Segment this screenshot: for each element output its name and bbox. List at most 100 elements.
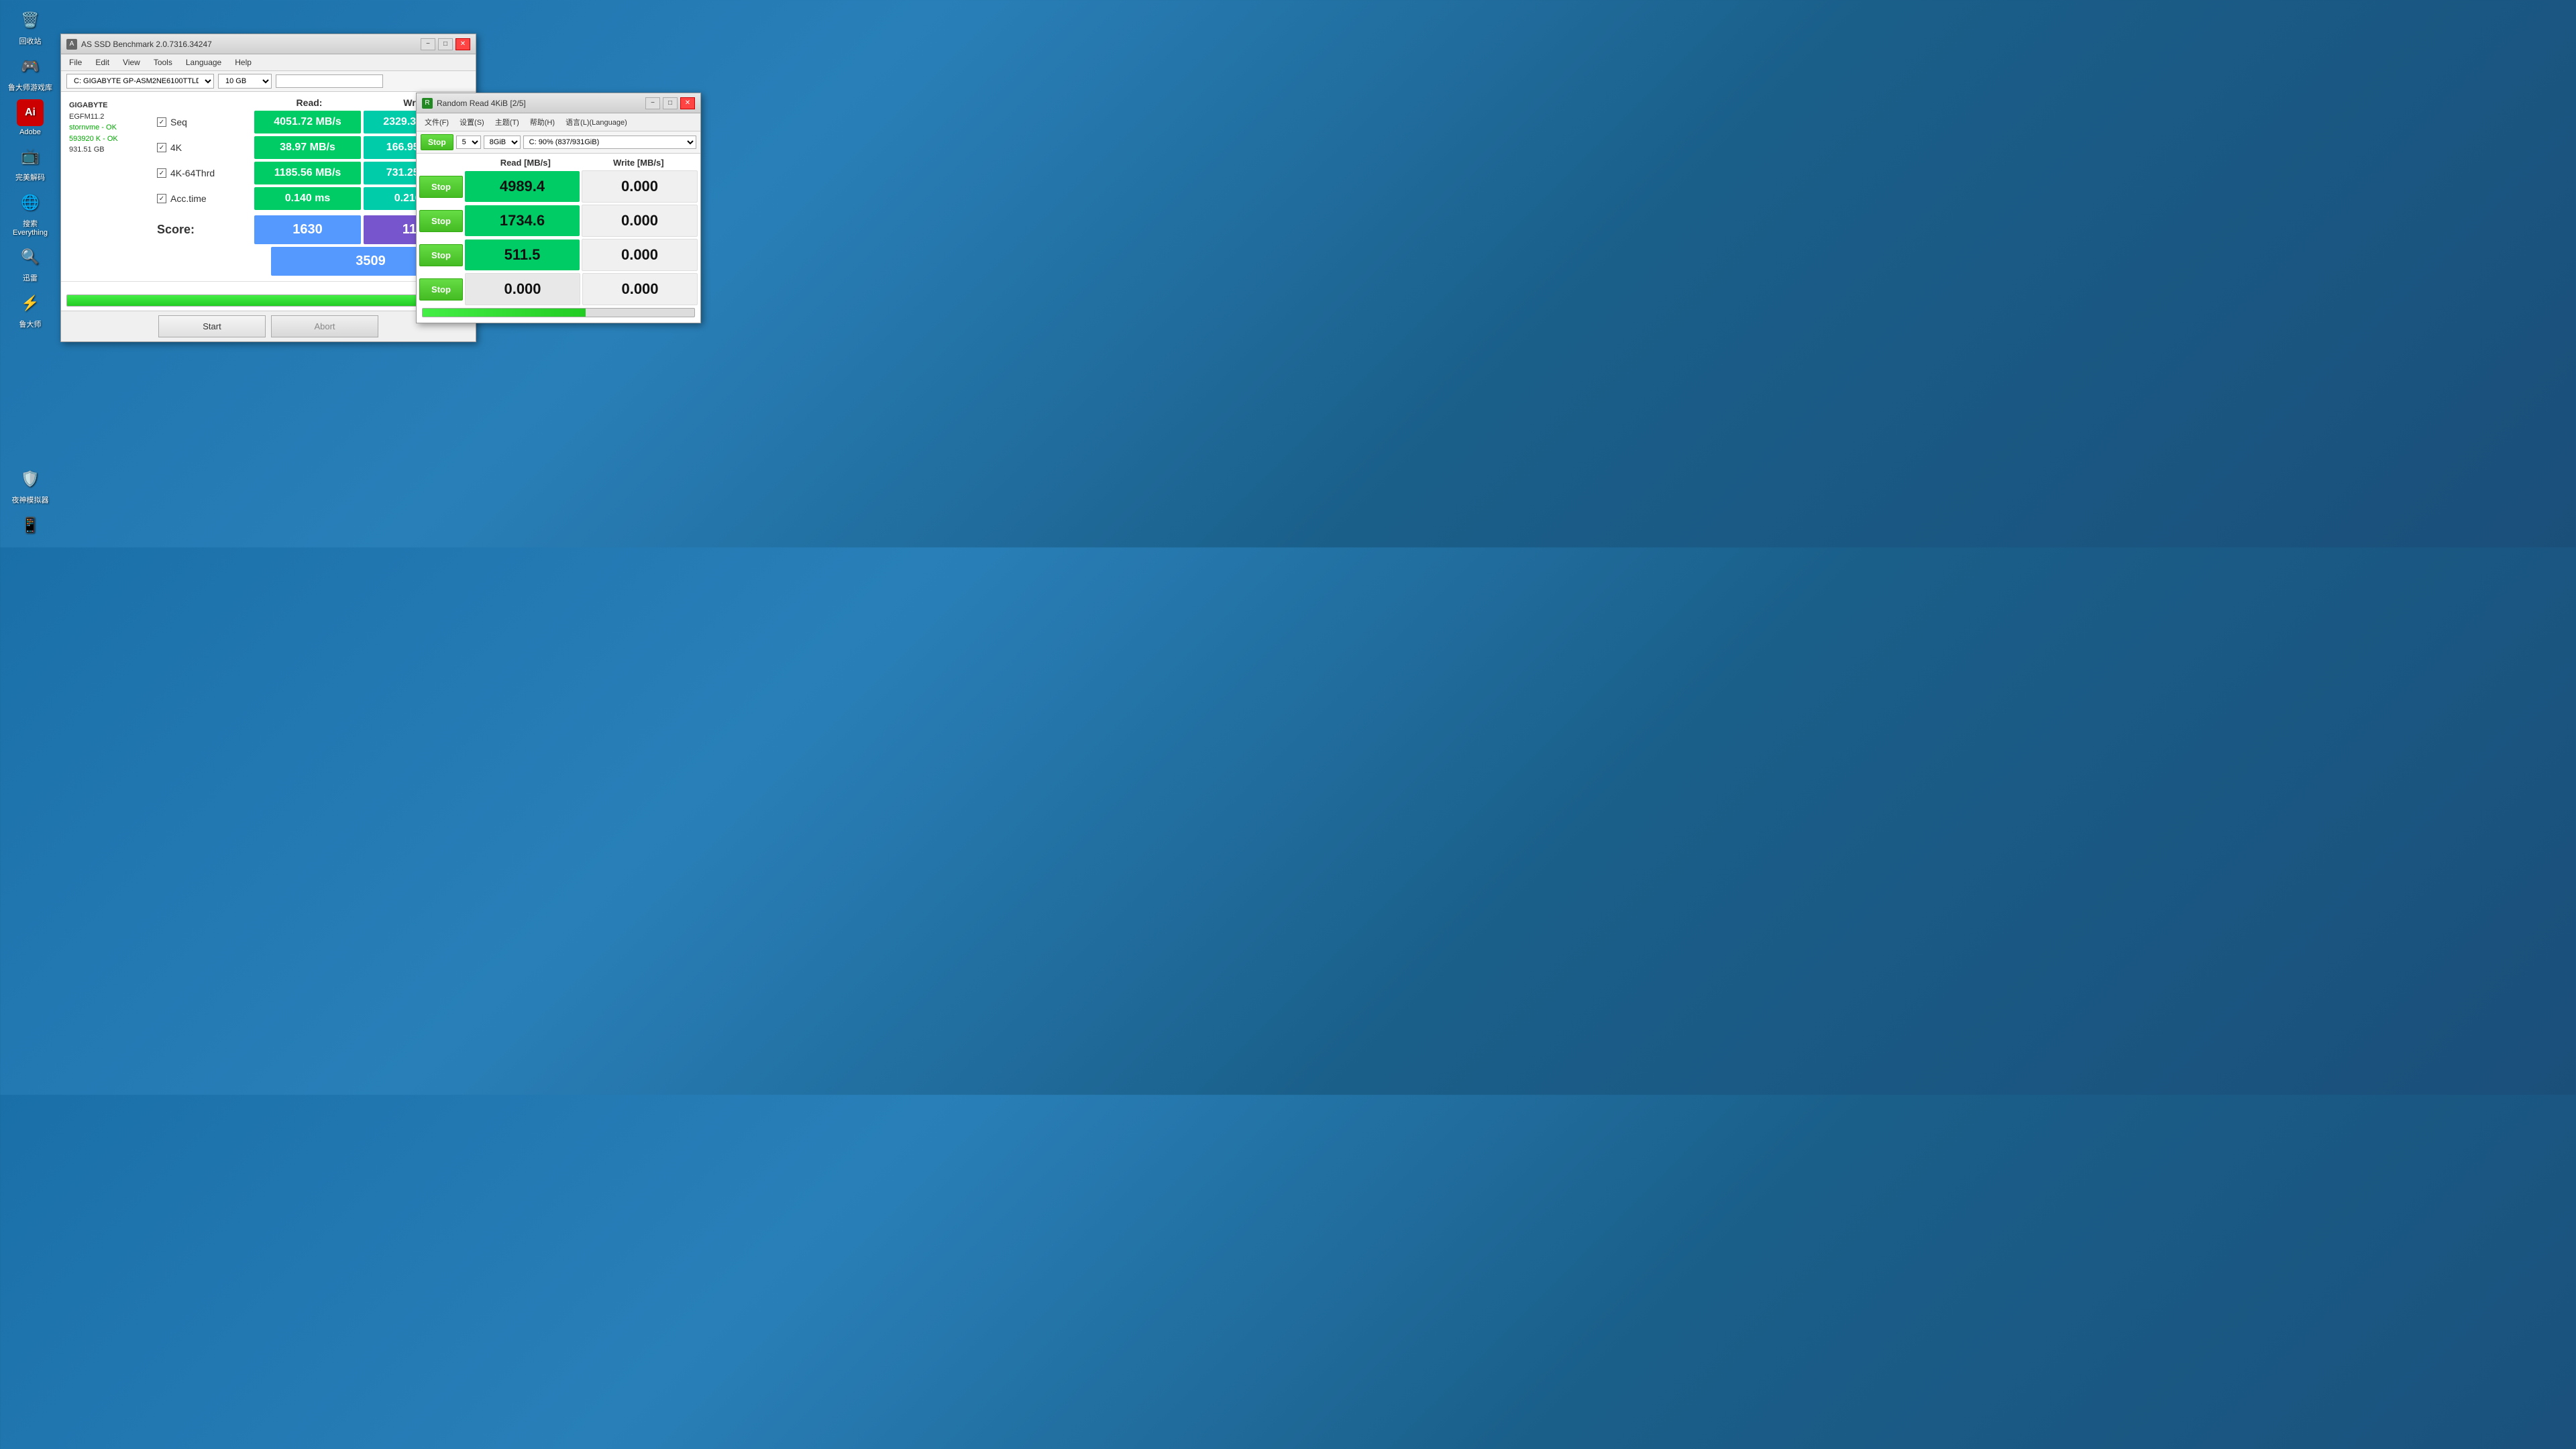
progress-area: ··· [61, 281, 476, 311]
progress-bar-fill [67, 295, 470, 306]
rr-menu-settings[interactable]: 设置(S) [457, 115, 487, 129]
rr-write-3: 0.000 [582, 239, 698, 271]
rr-stop-btn-2[interactable]: Stop [419, 210, 463, 232]
as-ssd-app-icon: A [66, 39, 77, 50]
desktop-icon-edge[interactable]: 🌐 搜索Everything [7, 189, 54, 237]
desktop-icon-ludashi[interactable]: 🛡️ 夜神模拟器 [7, 466, 54, 505]
4k64-label: ✓ 4K-64Thrd [157, 168, 254, 178]
rr-toolbar: Stop 5 8GiB C: 90% (837/931GiB) [417, 131, 700, 154]
menu-help[interactable]: Help [232, 56, 254, 68]
ludashi-label: 夜神模拟器 [12, 494, 49, 505]
4k-checkbox[interactable]: ✓ [157, 143, 166, 152]
abort-button[interactable]: Abort [271, 315, 378, 337]
rr-close-button[interactable]: ✕ [680, 97, 695, 109]
rr-minimize-button[interactable]: − [645, 97, 660, 109]
4k64-read: 1185.56 MB/s [254, 162, 361, 184]
rr-stop-btn-1[interactable]: Stop [419, 176, 463, 198]
wanjie-label: 完美解码 [15, 172, 45, 182]
rr-table: Read [MB/s] Write [MB/s] Stop 4989.4 0.0… [417, 154, 700, 323]
menu-edit[interactable]: Edit [93, 56, 112, 68]
drive-size-kb: 593920 K - OK [69, 133, 151, 145]
rr-size-select[interactable]: 8GiB [484, 136, 521, 149]
menu-tools[interactable]: Tools [151, 56, 175, 68]
adobe-icon: Ai [17, 99, 44, 126]
rr-menu-language[interactable]: 语言(L)(Language) [563, 115, 630, 129]
desktop-icon-games[interactable]: 🎮 鲁大师游戏库 [7, 53, 54, 93]
rr-maximize-button[interactable]: □ [663, 97, 678, 109]
search-label: 迅雷 [23, 272, 38, 283]
desktop-icon-wanjie[interactable]: 📺 完美解码 [7, 143, 54, 182]
rr-titlebar-left: R Random Read 4KiB [2/5] [422, 98, 526, 109]
rr-read-2: 1734.6 [465, 205, 580, 236]
titlebar-left: A AS SSD Benchmark 2.0.7316.34247 [66, 39, 212, 50]
rr-stop-top-button[interactable]: Stop [421, 134, 453, 150]
progress-bar-bg [66, 294, 470, 307]
acctime-label: ✓ Acc.time [157, 193, 254, 204]
ludashi-icon: 🛡️ [17, 466, 44, 492]
rr-write-4: 0.000 [582, 273, 698, 305]
rr-row-4: Stop 0.000 0.000 [419, 273, 698, 305]
seq-read: 4051.72 MB/s [254, 111, 361, 133]
progress-icon: ··· [66, 286, 470, 293]
4k64-checkbox[interactable]: ✓ [157, 168, 166, 178]
edge-label: 搜索Everything [7, 218, 54, 237]
rr-stop-btn-3[interactable]: Stop [419, 244, 463, 266]
start-button[interactable]: Start [158, 315, 266, 337]
size-select[interactable]: 10 GB [218, 74, 272, 89]
acctime-checkbox[interactable]: ✓ [157, 194, 166, 203]
rr-col-stop-spacer [422, 158, 469, 168]
rr-count-select[interactable]: 5 [456, 136, 481, 149]
close-button[interactable]: ✕ [455, 38, 470, 50]
rr-stop-btn-4[interactable]: Stop [419, 278, 463, 301]
drive-driver: stornvme - OK [69, 122, 151, 133]
rr-row-1: Stop 4989.4 0.000 [419, 170, 698, 203]
recycle-bin-icon: 🗑️ [17, 7, 44, 34]
minimize-button[interactable]: − [421, 38, 435, 50]
score-label: Score: [157, 223, 254, 237]
desktop-icon-nightemu[interactable]: 📱 [7, 512, 54, 541]
rr-row-3: Stop 511.5 0.000 [419, 239, 698, 271]
rr-menu-help[interactable]: 帮助(H) [527, 115, 557, 129]
drive-select[interactable]: C: GIGABYTE GP-ASM2NE6100TTLD [66, 74, 214, 89]
label-spacer [157, 97, 256, 108]
as-ssd-titlebar: A AS SSD Benchmark 2.0.7316.34247 − □ ✕ [61, 34, 476, 54]
as-ssd-title: AS SSD Benchmark 2.0.7316.34247 [81, 40, 212, 49]
rr-menu-bar: 文件(F) 设置(S) 主题(T) 帮助(H) 语言(L)(Language) [417, 113, 700, 131]
acctime-read: 0.140 ms [254, 187, 361, 210]
seq-checkbox[interactable]: ✓ [157, 117, 166, 127]
xunlei-icon: ⚡ [17, 290, 44, 317]
drive-size-gb: 931.51 GB [69, 144, 151, 156]
desktop-icon-search[interactable]: 🔍 迅雷 [7, 244, 54, 283]
rr-write-2: 0.000 [582, 205, 698, 237]
desktop-icon-recycle[interactable]: 🗑️ 回收站 [7, 7, 54, 46]
rr-window: R Random Read 4KiB [2/5] − □ ✕ 文件(F) 设置(… [416, 93, 701, 323]
rr-titlebar: R Random Read 4KiB [2/5] − □ ✕ [417, 93, 700, 113]
games-icon: 🎮 [17, 53, 44, 80]
seq-label: ✓ Seq [157, 117, 254, 127]
adobe-label: Adobe [19, 128, 41, 136]
4k-read: 38.97 MB/s [254, 136, 361, 159]
menu-file[interactable]: File [66, 56, 85, 68]
rr-read-3: 511.5 [465, 239, 580, 270]
read-header: Read: [256, 97, 363, 108]
as-ssd-main: GIGABYTE EGFM11.2 stornvme - OK 593920 K… [61, 92, 476, 281]
desktop-icon-xunlei[interactable]: ⚡ 鲁大师 [7, 290, 54, 329]
rr-menu-theme[interactable]: 主题(T) [492, 115, 522, 129]
as-ssd-toolbar: C: GIGABYTE GP-ASM2NE6100TTLD 10 GB [61, 71, 476, 92]
maximize-button[interactable]: □ [438, 38, 453, 50]
bottom-desktop-icons: 🛡️ 夜神模拟器 📱 [7, 466, 54, 541]
rr-app-icon: R [422, 98, 433, 109]
as-ssd-menu-bar: File Edit View Tools Language Help [61, 54, 476, 71]
desktop-icon-adobe[interactable]: Ai Adobe [7, 99, 54, 136]
menu-language[interactable]: Language [183, 56, 224, 68]
rr-titlebar-controls: − □ ✕ [645, 97, 695, 109]
recycle-bin-label: 回收站 [19, 36, 42, 46]
rr-col-read-header: Read [MB/s] [469, 158, 582, 168]
rr-menu-file[interactable]: 文件(F) [422, 115, 451, 129]
rr-row-2: Stop 1734.6 0.000 [419, 205, 698, 237]
wanjie-icon: 📺 [17, 143, 44, 170]
test-input[interactable] [276, 74, 383, 88]
desktop-icons: 🗑️ 回收站 🎮 鲁大师游戏库 Ai Adobe 📺 完美解码 🌐 搜索Ever… [0, 0, 60, 336]
rr-drive-select[interactable]: C: 90% (837/931GiB) [523, 136, 696, 149]
menu-view[interactable]: View [120, 56, 143, 68]
